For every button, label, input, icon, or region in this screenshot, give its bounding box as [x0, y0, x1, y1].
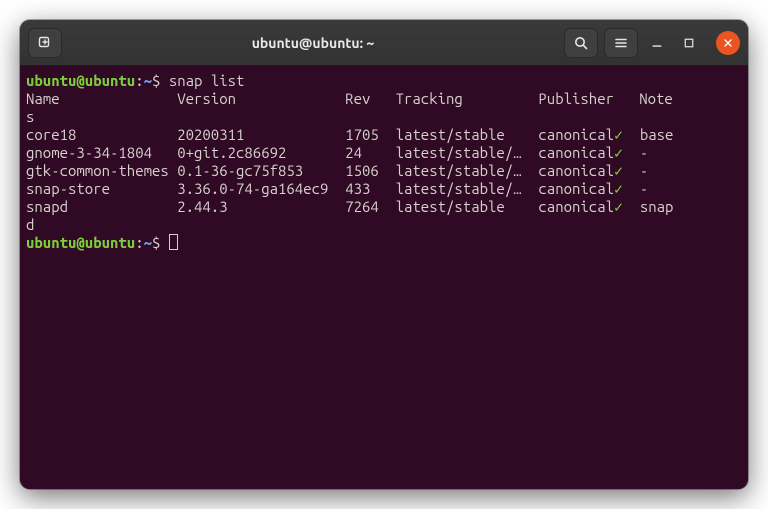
table-row: gtk-common-themes 0.1-36-gc75f853 1506 l…: [26, 162, 614, 179]
verified-check-icon: ✓: [614, 126, 623, 143]
row-notes: -: [623, 180, 648, 197]
window-title: ubuntu@ubuntu: ~: [68, 35, 558, 51]
search-button[interactable]: [564, 28, 598, 58]
terminal-window: ubuntu@ubuntu: ~ ub: [20, 20, 748, 489]
prompt-dollar: $: [152, 234, 169, 251]
prompt-path: ~: [144, 72, 152, 89]
table-row: snap-store 3.36.0-74-ga164ec9 433 latest…: [26, 180, 614, 197]
table-header-wrap: s: [26, 108, 34, 125]
prompt-user-host: ubuntu@ubuntu: [26, 72, 135, 89]
menu-button[interactable]: [604, 28, 638, 58]
prompt-dollar: $: [152, 72, 169, 89]
prompt-user-host: ubuntu@ubuntu: [26, 234, 135, 251]
verified-check-icon: ✓: [614, 198, 623, 215]
row-notes: snap: [623, 198, 673, 215]
table-row: gnome-3-34-1804 0+git.2c86692 24 latest/…: [26, 144, 614, 161]
prompt-path: ~: [144, 234, 152, 251]
prompt-colon: :: [135, 234, 143, 251]
row-notes: base: [623, 126, 673, 143]
table-row: core18 20200311 1705 latest/stable canon…: [26, 126, 614, 143]
titlebar: ubuntu@ubuntu: ~: [20, 20, 748, 66]
cursor: [169, 234, 178, 250]
verified-check-icon: ✓: [614, 162, 623, 179]
table-header: Name Version Rev Tracking Publisher Note: [26, 90, 673, 107]
close-button[interactable]: [716, 31, 740, 55]
terminal-output[interactable]: ubuntu@ubuntu:~$ snap list Name Version …: [20, 66, 748, 489]
row-notes: -: [623, 162, 648, 179]
row-wrap: d: [26, 216, 34, 233]
verified-check-icon: ✓: [614, 144, 623, 161]
new-tab-button[interactable]: [28, 28, 62, 58]
prompt-colon: :: [135, 72, 143, 89]
row-notes: -: [623, 144, 648, 161]
table-row: snapd 2.44.3 7264 latest/stable canonica…: [26, 198, 614, 215]
maximize-button[interactable]: [676, 30, 702, 56]
command-text: snap list: [169, 72, 245, 89]
verified-check-icon: ✓: [614, 180, 623, 197]
minimize-button[interactable]: [644, 30, 670, 56]
